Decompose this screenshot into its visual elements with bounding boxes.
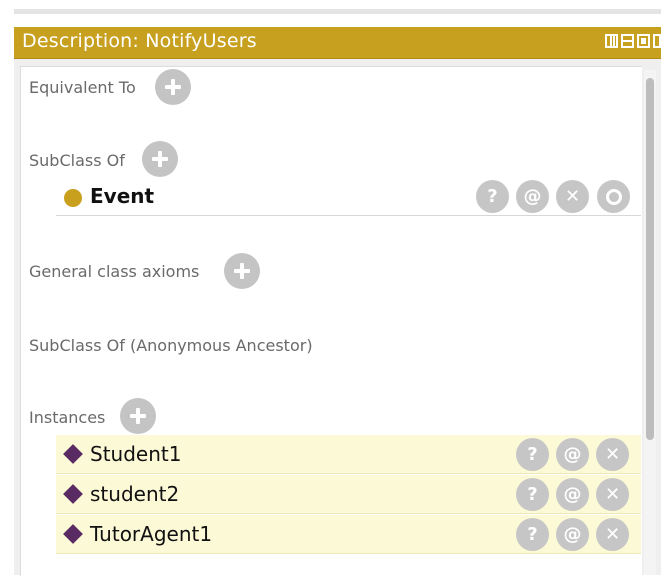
instance-label: student2 xyxy=(90,482,180,506)
section-subclass-of: SubClass Of xyxy=(29,151,125,170)
individual-diamond-icon xyxy=(63,484,83,504)
individual-diamond-icon xyxy=(63,444,83,464)
add-general-axiom-button[interactable] xyxy=(224,253,260,289)
maximize-icon[interactable] xyxy=(637,34,650,48)
explain-button[interactable]: ? xyxy=(516,438,549,471)
instance-row-student1[interactable]: Student1 ? @ ✕ xyxy=(56,435,641,474)
add-instance-button[interactable] xyxy=(120,398,156,434)
delete-button[interactable]: ✕ xyxy=(596,518,629,551)
delete-button[interactable]: ✕ xyxy=(556,180,589,213)
individual-diamond-icon xyxy=(63,524,83,544)
edit-button[interactable] xyxy=(597,180,630,213)
instance-label: Student1 xyxy=(90,442,182,466)
top-divider xyxy=(14,9,661,14)
delete-button[interactable]: ✕ xyxy=(596,438,629,471)
section-subclass-of-anonymous-ancestor: SubClass Of (Anonymous Ancestor) xyxy=(29,336,313,355)
superclass-row-event[interactable]: Event ? @ ✕ xyxy=(56,177,641,216)
vertical-scrollbar[interactable] xyxy=(644,70,656,575)
add-superclass-button[interactable] xyxy=(142,141,178,177)
add-equivalent-button[interactable] xyxy=(155,69,191,105)
superclass-label: Event xyxy=(90,184,155,208)
section-general-class-axioms: General class axioms xyxy=(29,262,200,281)
scrollbar-thumb[interactable] xyxy=(646,78,654,440)
delete-button[interactable]: ✕ xyxy=(596,478,629,511)
annotate-button[interactable]: @ xyxy=(556,478,589,511)
section-equivalent-to: Equivalent To xyxy=(29,78,136,97)
view-title: Description: NotifyUsers xyxy=(22,30,257,52)
section-instances: Instances xyxy=(29,408,106,427)
annotate-button[interactable]: @ xyxy=(556,438,589,471)
minimize-icon[interactable] xyxy=(621,34,634,48)
instance-label: TutorAgent1 xyxy=(90,522,213,546)
explain-button[interactable]: ? xyxy=(516,518,549,551)
annotate-button[interactable]: @ xyxy=(516,180,549,213)
instance-row-student2[interactable]: student2 ? @ ✕ xyxy=(56,475,641,514)
class-circle-icon xyxy=(64,189,82,207)
view-title-bar: Description: NotifyUsers xyxy=(14,27,661,59)
explain-button[interactable]: ? xyxy=(476,180,509,213)
close-icon[interactable] xyxy=(653,34,661,48)
annotate-button[interactable]: @ xyxy=(556,518,589,551)
float-icon[interactable] xyxy=(605,34,618,48)
instance-row-tutoragent1[interactable]: TutorAgent1 ? @ ✕ xyxy=(56,515,641,554)
window-controls xyxy=(605,34,661,50)
explain-button[interactable]: ? xyxy=(516,478,549,511)
